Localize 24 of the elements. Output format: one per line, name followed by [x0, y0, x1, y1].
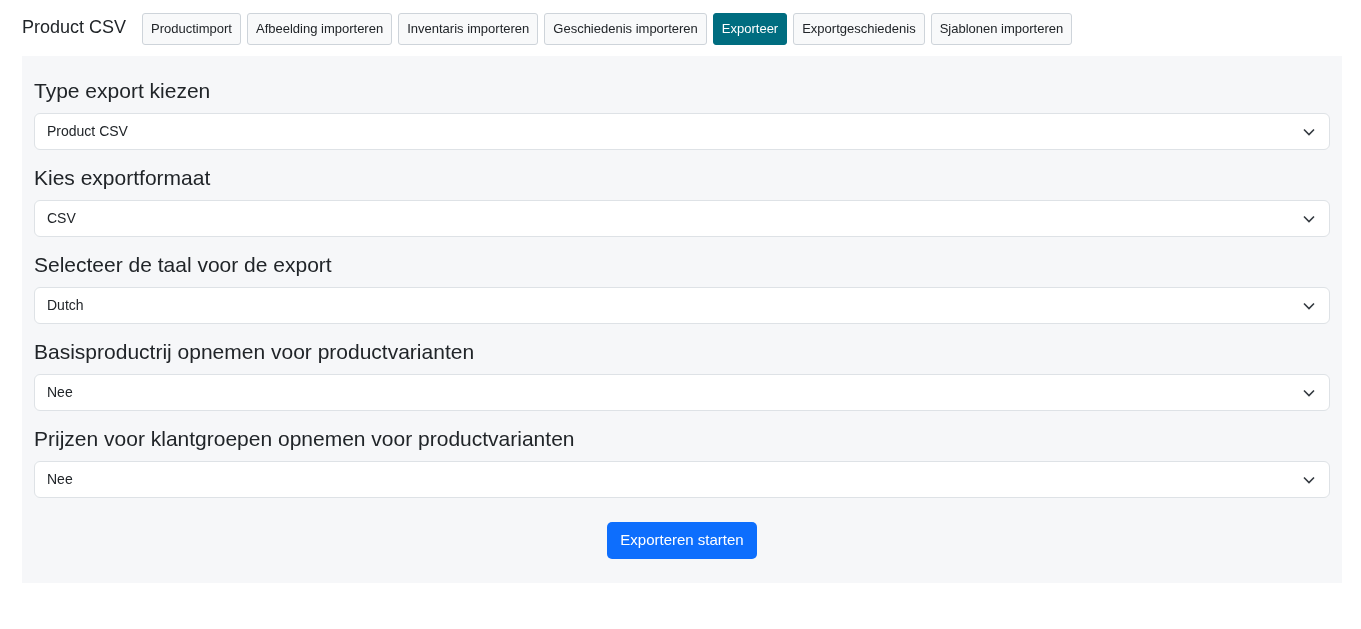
tab[interactable]: Exporteer	[712, 13, 788, 45]
select-field[interactable]: Nee	[34, 374, 1330, 411]
chevron-down-icon	[1303, 475, 1315, 484]
select-field[interactable]: Product CSV	[34, 113, 1330, 150]
tab[interactable]: Exportgeschiedenis	[793, 13, 925, 45]
field-label: Selecteer de taal voor de export	[34, 252, 333, 278]
chevron-down-icon	[1303, 388, 1315, 397]
tab[interactable]: Sjablonen importeren	[930, 13, 1073, 45]
select-field[interactable]: Nee	[34, 461, 1330, 498]
tab[interactable]: Geschiedenis importeren	[544, 13, 707, 45]
field-label: Prijzen voor klantgroepen opnemen voor productvarianten	[34, 426, 576, 452]
select-field[interactable]: Dutch	[34, 287, 1330, 324]
field-label: Basisproductrij opnemen voor productvarianten	[34, 339, 476, 365]
chevron-down-icon	[1303, 127, 1315, 136]
page-title: Product CSV	[22, 15, 127, 39]
tab[interactable]: Inventaris importeren	[398, 13, 539, 45]
field-label: Type export kiezen	[34, 78, 212, 104]
chevron-down-icon	[1303, 301, 1315, 310]
chevron-down-icon	[1303, 214, 1315, 223]
tab[interactable]: Afbeelding importeren	[246, 13, 393, 45]
tab[interactable]: Productimport	[142, 13, 241, 45]
select-field[interactable]: CSV	[34, 200, 1330, 237]
field-label: Kies exportformaat	[34, 165, 212, 191]
export-button[interactable]: Exporteren starten	[607, 522, 757, 559]
